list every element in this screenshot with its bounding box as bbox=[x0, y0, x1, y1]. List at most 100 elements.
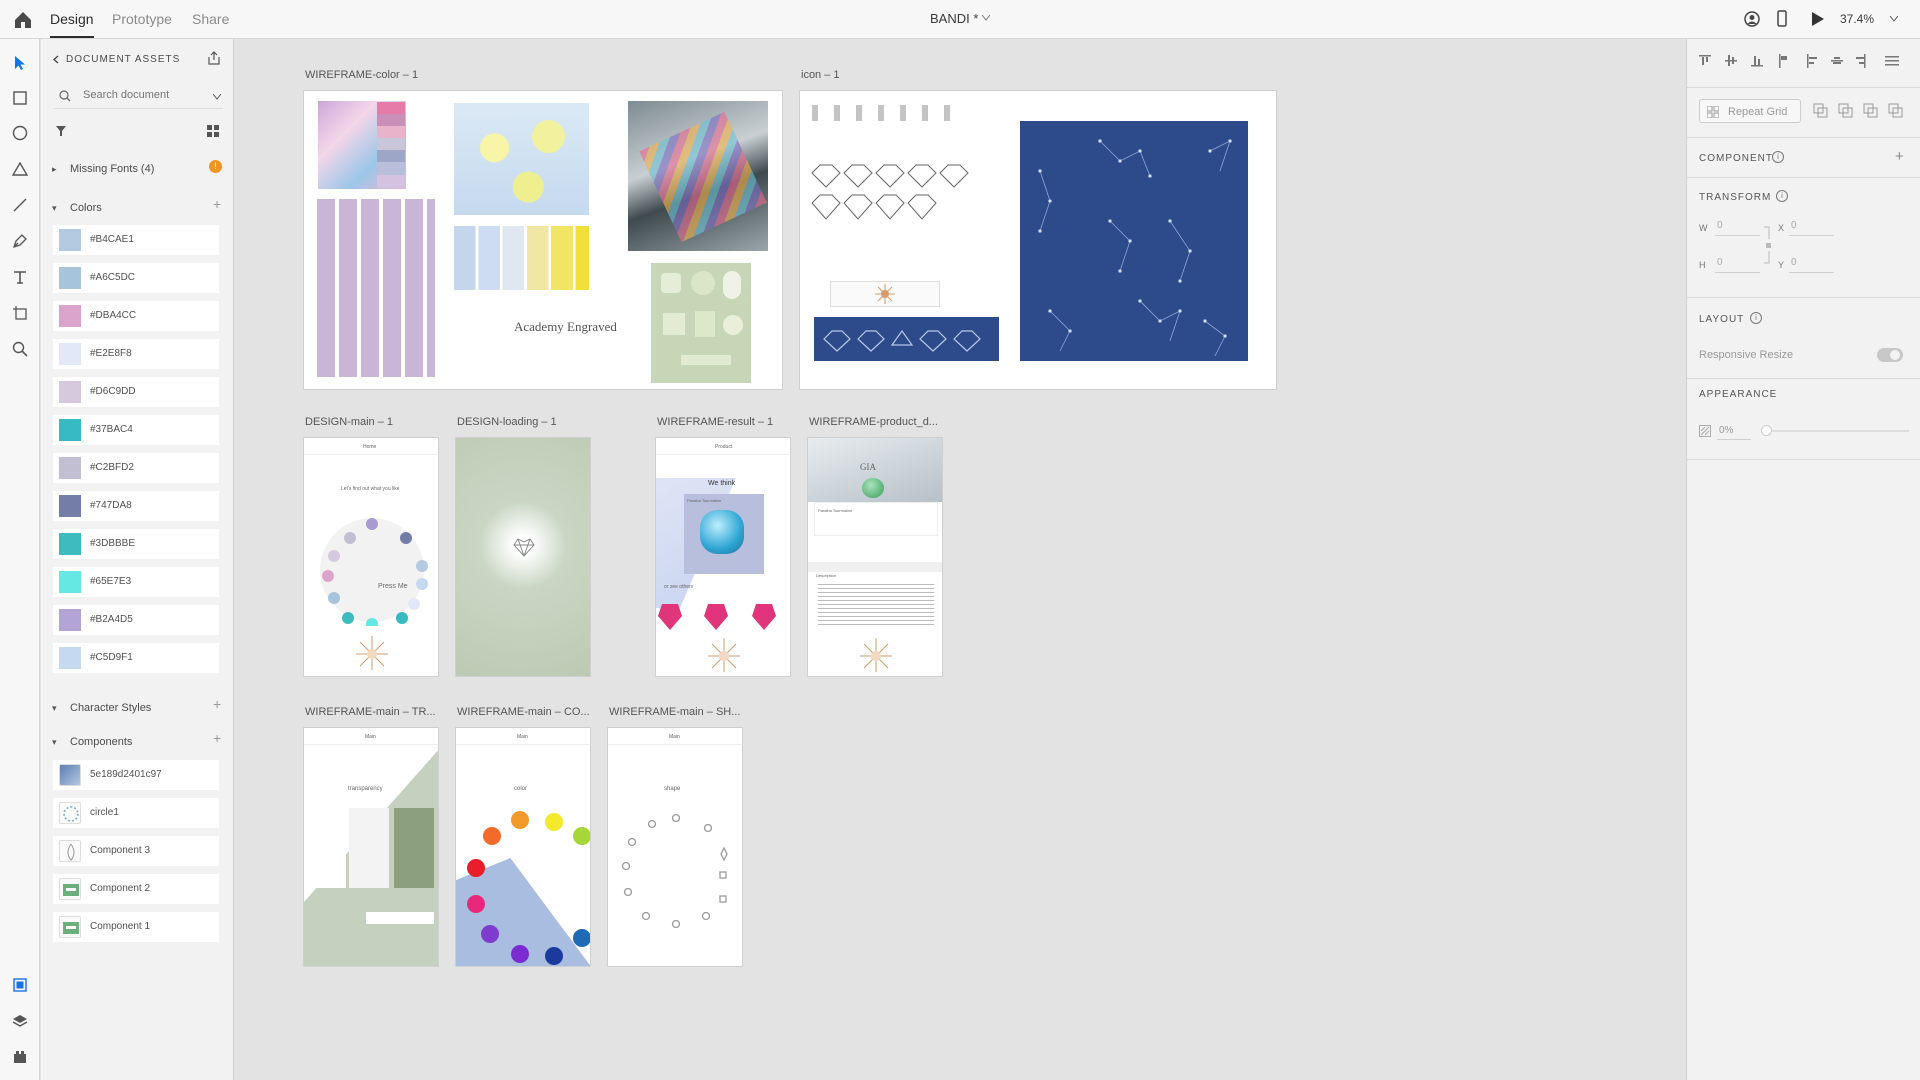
screen-subtitle: Let's find out what you like bbox=[341, 486, 400, 492]
add-component-button[interactable]: + bbox=[1895, 148, 1904, 165]
component-item[interactable]: Component 3 bbox=[53, 836, 219, 866]
artboard-tool-icon[interactable] bbox=[10, 303, 30, 323]
assets-panel-icon[interactable] bbox=[10, 975, 30, 995]
pen-tool-icon[interactable] bbox=[10, 231, 30, 251]
zoom-chevron-icon[interactable] bbox=[1890, 16, 1898, 22]
artboard-label[interactable]: WIREFRAME-main – CO... bbox=[457, 706, 590, 718]
align-tools-icon[interactable] bbox=[1699, 53, 1915, 69]
components-section-label[interactable]: Components bbox=[70, 736, 132, 748]
select-tool-icon[interactable] bbox=[10, 53, 30, 73]
info-icon[interactable]: i bbox=[1776, 190, 1788, 202]
line-tool-icon[interactable] bbox=[10, 195, 30, 215]
export-icon[interactable] bbox=[207, 51, 221, 65]
screen-title: Main bbox=[517, 734, 528, 740]
lock-aspect-icon[interactable] bbox=[1763, 225, 1771, 265]
artboard-label[interactable]: WIREFRAME-product_d... bbox=[809, 416, 938, 428]
component-item[interactable]: Component 1 bbox=[53, 912, 219, 942]
boolean-ops-icon[interactable] bbox=[1813, 103, 1913, 119]
artboard-wireframe-result[interactable]: Product We think Paraiba Tourmaline or s… bbox=[655, 437, 791, 677]
home-icon[interactable] bbox=[12, 9, 34, 31]
character-styles-chevron-icon[interactable]: ▾ bbox=[52, 703, 57, 714]
color-swatch-item[interactable]: #37BAC4 bbox=[53, 415, 219, 445]
color-swatch-item[interactable]: #A6C5DC bbox=[53, 263, 219, 293]
color-swatch-item[interactable]: #E2E8F8 bbox=[53, 339, 219, 369]
artboard-design-main[interactable]: Home Let's find out what you like Press … bbox=[303, 437, 439, 677]
color-swatch bbox=[59, 305, 81, 327]
color-swatch-item[interactable]: #C5D9F1 bbox=[53, 643, 219, 673]
missing-fonts-label[interactable]: Missing Fonts (4) bbox=[70, 163, 154, 175]
color-swatch-item[interactable]: #747DA8 bbox=[53, 491, 219, 521]
document-title[interactable]: BANDI * bbox=[930, 11, 978, 26]
artboard-label[interactable]: WIREFRAME-color – 1 bbox=[305, 69, 418, 81]
design-canvas[interactable]: WIREFRAME-color – 1 Academy Engraved ico… bbox=[235, 39, 1685, 1080]
character-styles-label[interactable]: Character Styles bbox=[70, 702, 151, 714]
components-chevron-icon[interactable]: ▾ bbox=[52, 737, 57, 748]
zoom-level[interactable]: 37.4% bbox=[1840, 12, 1874, 26]
artboard-wireframe-transparency[interactable]: Main transparency bbox=[303, 727, 439, 967]
info-icon[interactable]: i bbox=[1772, 151, 1784, 163]
color-swatch bbox=[59, 495, 81, 517]
artboard-label[interactable]: WIREFRAME-main – SH... bbox=[609, 706, 740, 718]
artboard-label[interactable]: DESIGN-loading – 1 bbox=[457, 416, 557, 428]
ellipse-tool-icon[interactable] bbox=[10, 123, 30, 143]
gem-heart-icon bbox=[513, 538, 535, 557]
add-component-icon[interactable]: + bbox=[213, 730, 221, 746]
height-field[interactable]: 0 bbox=[1717, 257, 1723, 268]
opacity-slider[interactable] bbox=[1763, 430, 1909, 432]
missing-fonts-chevron-icon[interactable]: ▸ bbox=[52, 164, 57, 175]
x-field[interactable]: 0 bbox=[1791, 220, 1797, 231]
user-account-icon[interactable] bbox=[1744, 11, 1760, 27]
tab-share[interactable]: Share bbox=[192, 11, 229, 27]
artboard-design-loading[interactable] bbox=[455, 437, 591, 677]
search-input[interactable] bbox=[83, 89, 193, 101]
y-field[interactable]: 0 bbox=[1791, 257, 1797, 268]
zoom-tool-icon[interactable] bbox=[10, 339, 30, 359]
artboard-wireframe-color-main[interactable]: Main color bbox=[455, 727, 591, 967]
artboard-label[interactable]: WIREFRAME-main – TR... bbox=[305, 706, 436, 718]
color-swatch-item[interactable]: #C2BFD2 bbox=[53, 453, 219, 483]
artboard-wireframe-color[interactable]: Academy Engraved bbox=[303, 90, 783, 390]
text-tool-icon[interactable] bbox=[10, 267, 30, 287]
artboard-label[interactable]: DESIGN-main – 1 bbox=[305, 416, 393, 428]
back-chevron-icon[interactable] bbox=[53, 55, 59, 64]
color-swatch-item[interactable]: #B2A4D5 bbox=[53, 605, 219, 635]
width-field[interactable]: 0 bbox=[1717, 220, 1723, 231]
artboard-wireframe-product-detail[interactable]: GIA Paraiba Tourmaline Description bbox=[807, 437, 943, 677]
play-icon[interactable] bbox=[1811, 11, 1825, 27]
color-swatch-item[interactable]: #D6C9DD bbox=[53, 377, 219, 407]
filter-icon[interactable] bbox=[55, 125, 67, 137]
layers-panel-icon[interactable] bbox=[10, 1011, 30, 1031]
chevron-down-icon[interactable] bbox=[982, 15, 990, 21]
artboard-label[interactable]: WIREFRAME-result – 1 bbox=[657, 416, 773, 428]
plugins-panel-icon[interactable] bbox=[10, 1047, 30, 1067]
grid-view-icon[interactable] bbox=[207, 125, 219, 137]
palette-strip bbox=[377, 102, 405, 188]
tab-design[interactable]: Design bbox=[50, 11, 94, 27]
colors-section-label[interactable]: Colors bbox=[70, 202, 102, 214]
artboard-icon[interactable] bbox=[799, 90, 1277, 390]
component-item[interactable]: 5e189d2401c97 bbox=[53, 760, 219, 790]
responsive-resize-toggle[interactable] bbox=[1877, 348, 1903, 362]
artboard-wireframe-shape[interactable]: Main shape bbox=[607, 727, 743, 967]
color-hex-label: #B4CAE1 bbox=[90, 234, 134, 245]
colors-chevron-icon[interactable]: ▾ bbox=[52, 203, 57, 214]
repeat-grid-button[interactable]: Repeat Grid bbox=[1699, 99, 1801, 123]
search-chevron-down-icon[interactable] bbox=[213, 94, 221, 100]
color-swatch-item[interactable]: #DBA4CC bbox=[53, 301, 219, 331]
opacity-field[interactable]: 0% bbox=[1719, 425, 1733, 436]
component-item[interactable]: Component 2 bbox=[53, 874, 219, 904]
tab-prototype[interactable]: Prototype bbox=[112, 11, 172, 27]
polygon-tool-icon[interactable] bbox=[10, 159, 30, 179]
color-swatch-item[interactable]: #B4CAE1 bbox=[53, 225, 219, 255]
device-preview-icon[interactable] bbox=[1777, 10, 1787, 28]
add-color-icon[interactable]: + bbox=[213, 196, 221, 212]
artboard-label[interactable]: icon – 1 bbox=[801, 69, 840, 81]
color-swatch-item[interactable]: #65E7E3 bbox=[53, 567, 219, 597]
green-jewelry-photo bbox=[651, 263, 751, 383]
add-character-style-icon[interactable]: + bbox=[213, 696, 221, 712]
rectangle-tool-icon[interactable] bbox=[10, 88, 30, 108]
component-item[interactable]: circle1 bbox=[53, 798, 219, 828]
opacity-slider-thumb[interactable] bbox=[1761, 425, 1772, 436]
info-icon[interactable]: i bbox=[1750, 312, 1762, 324]
color-swatch-item[interactable]: #3DBBBE bbox=[53, 529, 219, 559]
